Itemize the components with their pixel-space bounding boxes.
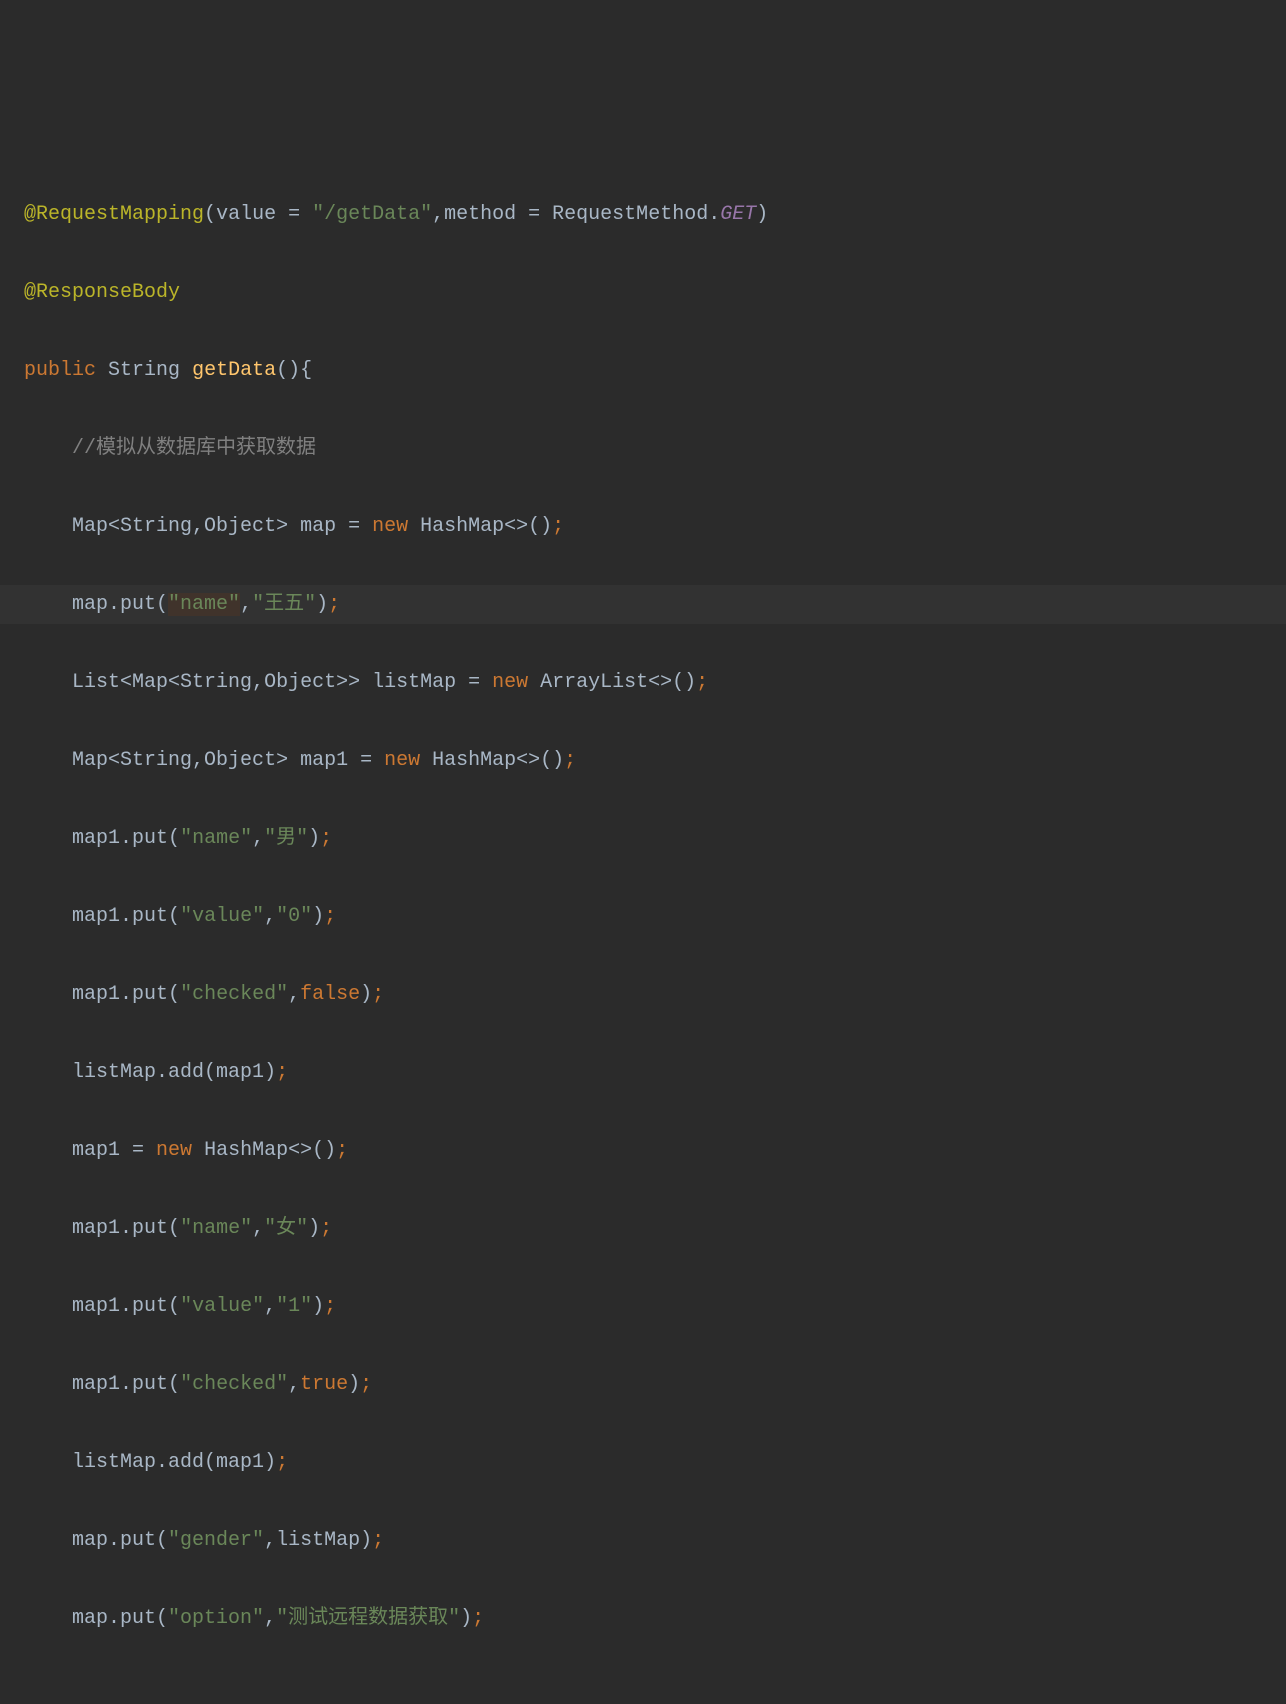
string-literal: "name" [180, 1217, 252, 1240]
code-line: Map<String,Object> map = new HashMap<>()… [0, 507, 1286, 546]
code-line: listMap.add(map1); [0, 1053, 1286, 1092]
string-literal: "1" [276, 1295, 312, 1318]
string-literal: "checked" [180, 983, 288, 1006]
code-line: public String getData(){ [0, 351, 1286, 390]
string-literal: "value" [180, 1295, 264, 1318]
code-line: map.put("gender",listMap); [0, 1521, 1286, 1560]
code-line: map1.put("name","男"); [0, 819, 1286, 858]
string-literal: "option" [168, 1607, 264, 1630]
keyword: public [24, 359, 96, 382]
code-line: List<Map<String,Object>> listMap = new A… [0, 663, 1286, 702]
string-literal: "/getData" [312, 203, 432, 226]
string-literal: "女" [264, 1217, 308, 1240]
keyword: true [300, 1373, 348, 1396]
code-line: map1.put("value","1"); [0, 1287, 1286, 1326]
code-editor[interactable]: @RequestMapping(value = "/getData",metho… [0, 156, 1286, 1704]
keyword: new [384, 749, 420, 772]
keyword: new [156, 1139, 192, 1162]
string-literal: "0" [276, 905, 312, 928]
code-line: map1.put("checked",false); [0, 975, 1286, 1014]
code-line: map.put("option","测试远程数据获取"); [0, 1599, 1286, 1638]
string-literal: "王五" [252, 593, 316, 616]
code-line: Map<String,Object> map1 = new HashMap<>(… [0, 741, 1286, 780]
method-declaration: getData [192, 359, 276, 382]
code-line: map1.put("name","女"); [0, 1209, 1286, 1248]
enum-constant: GET [720, 203, 756, 226]
string-literal: "测试远程数据获取" [276, 1607, 460, 1630]
annotation: @RequestMapping [24, 203, 204, 226]
string-literal: "gender" [168, 1529, 264, 1552]
code-line: @RequestMapping(value = "/getData",metho… [0, 195, 1286, 234]
code-line: @ResponseBody [0, 273, 1286, 312]
keyword: false [300, 983, 360, 1006]
keyword: new [492, 671, 528, 694]
code-line: map1.put("checked",true); [0, 1365, 1286, 1404]
keyword: new [372, 515, 408, 538]
string-literal: "name" [180, 827, 252, 850]
annotation: @ResponseBody [24, 281, 180, 304]
code-line-highlighted: map.put("name","王五"); [0, 585, 1286, 624]
string-literal: "value" [180, 905, 264, 928]
string-literal: "name" [168, 593, 240, 616]
code-line: map1.put("value","0"); [0, 897, 1286, 936]
string-literal: "男" [264, 827, 308, 850]
code-line: map1 = new HashMap<>(); [0, 1131, 1286, 1170]
string-literal: "checked" [180, 1373, 288, 1396]
code-line: //模拟从数据库中获取数据 [0, 429, 1286, 468]
comment: //模拟从数据库中获取数据 [72, 437, 316, 460]
code-line: listMap.add(map1); [0, 1443, 1286, 1482]
